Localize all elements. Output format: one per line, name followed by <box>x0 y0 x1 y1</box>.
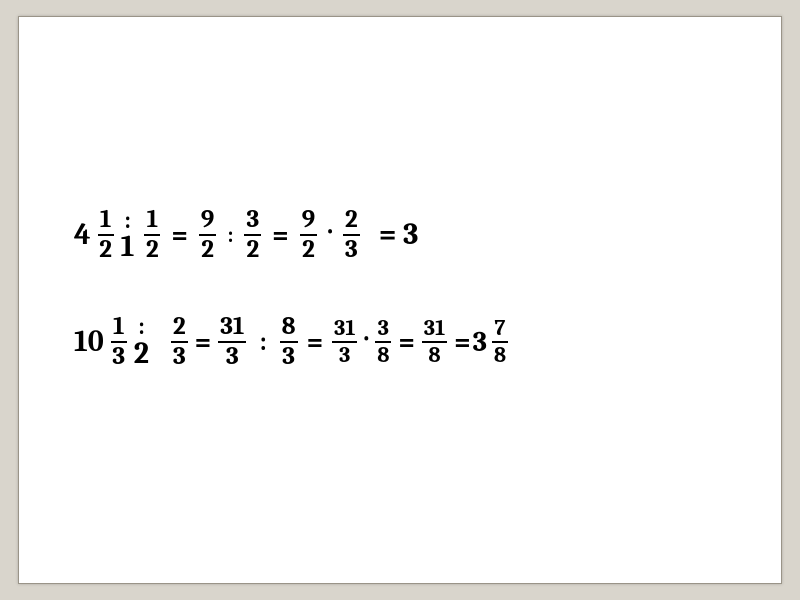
numerator: 2 <box>171 314 188 343</box>
fraction: 2 3 <box>171 314 188 371</box>
equals-sign: = <box>454 328 471 356</box>
numerator: 3 <box>244 207 261 236</box>
colon-over-number: : 1 <box>121 208 135 263</box>
fraction: 9 2 <box>199 207 216 264</box>
division-colon: : <box>227 224 233 246</box>
mixed-whole: 4 <box>74 220 91 250</box>
fraction: 31 3 <box>332 317 357 367</box>
mixed-whole: 10 <box>74 327 104 357</box>
numerator: 1 <box>98 207 114 236</box>
numerator: 1 <box>111 314 127 343</box>
fraction: 31 8 <box>422 317 447 367</box>
denominator: 2 <box>146 236 159 263</box>
result: = 3 <box>379 220 419 250</box>
denominator: 3 <box>339 343 350 367</box>
fraction: 1 2 <box>98 207 114 264</box>
equals-sign: = <box>272 221 289 249</box>
numerator: 31 <box>332 317 357 343</box>
numerator: 9 <box>300 207 317 236</box>
fraction: 2 3 <box>343 207 360 264</box>
multiply-dot: · <box>328 217 332 245</box>
fraction: 8 3 <box>280 314 298 371</box>
denominator: 3 <box>282 343 295 370</box>
numerator: 2 <box>343 207 360 236</box>
fraction: 31 3 <box>218 314 246 371</box>
numerator: 3 <box>375 317 391 343</box>
colon-over-number: : 2 <box>134 314 149 369</box>
stack-number: 2 <box>134 338 149 370</box>
numerator: 31 <box>218 314 246 343</box>
denominator: 2 <box>246 236 259 263</box>
denominator: 8 <box>428 343 440 367</box>
denominator: 3 <box>226 343 239 370</box>
fraction: 3 8 <box>375 317 391 367</box>
slide-frame: 4 1 2 : 1 1 2 = 9 2 : 3 2 = <box>18 16 782 584</box>
math-content: 4 1 2 : 1 1 2 = 9 2 : 3 2 = <box>74 207 511 420</box>
denominator: 3 <box>112 343 125 370</box>
equals-sign: = <box>307 328 324 356</box>
denominator: 8 <box>494 343 506 367</box>
numerator: 1 <box>144 207 160 236</box>
denominator: 2 <box>99 236 112 263</box>
denominator: 3 <box>345 236 358 263</box>
denominator: 3 <box>173 343 186 370</box>
numerator: 31 <box>422 317 447 343</box>
fraction: 1 2 <box>144 207 160 264</box>
numerator: 8 <box>280 314 298 343</box>
equals-sign: = <box>171 221 188 249</box>
numerator: 9 <box>199 207 216 236</box>
fraction: 3 2 <box>244 207 261 264</box>
result-whole: 3 <box>473 328 487 356</box>
result-fraction: 7 8 <box>492 317 508 367</box>
equals-sign: = <box>398 328 415 356</box>
numerator: 7 <box>492 317 508 343</box>
fraction: 1 3 <box>111 314 127 371</box>
denominator: 8 <box>377 343 389 367</box>
equation-row-1: 4 1 2 : 1 1 2 = 9 2 : 3 2 = <box>74 207 511 264</box>
division-colon: : <box>259 329 266 355</box>
denominator: 2 <box>201 236 214 263</box>
denominator: 2 <box>302 236 315 263</box>
multiply-dot: · <box>364 324 368 352</box>
equation-row-2: 10 1 3 : 2 2 3 = 31 3 : 8 3 = <box>74 314 511 371</box>
equals-sign: = <box>195 328 212 356</box>
fraction: 9 2 <box>300 207 317 264</box>
stack-number: 1 <box>121 231 135 263</box>
